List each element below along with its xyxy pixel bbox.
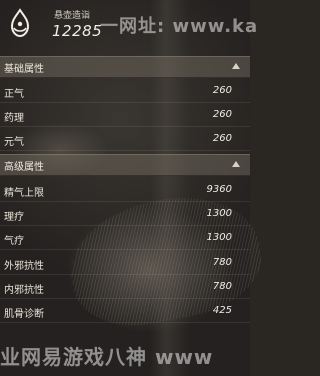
attribute-panel: 悬壶造诣 12285 一网址: www.ka 基础属性 正气 260 药理 26… — [0, 0, 257, 376]
attribute-row: 药理 260 — [0, 104, 250, 127]
skill-title: 悬壶造诣 — [54, 11, 91, 21]
attribute-row: 正气 260 — [0, 80, 250, 103]
attribute-value: 9360 — [206, 184, 232, 195]
attribute-label: 外邪抗性 — [4, 261, 44, 272]
attribute-row: 精气上限 9360 — [0, 179, 250, 202]
collapse-arrow-icon[interactable] — [232, 63, 240, 69]
attribute-value: 1300 — [206, 208, 232, 219]
attribute-label: 内邪抗性 — [4, 285, 44, 296]
attribute-value: 780 — [212, 257, 232, 268]
attribute-row: 理疗 1300 — [0, 203, 250, 226]
section-title: 基础属性 — [4, 64, 44, 75]
attribute-value: 260 — [212, 109, 232, 120]
attribute-value: 260 — [212, 133, 232, 144]
collapse-arrow-icon[interactable] — [232, 161, 240, 167]
attribute-row: 肌骨诊断 425 — [0, 300, 250, 323]
attribute-row: 外邪抗性 780 — [0, 252, 250, 275]
attribute-row: 元气 260 — [0, 128, 250, 151]
attribute-label: 正气 — [4, 89, 24, 100]
attribute-label: 元气 — [4, 137, 24, 148]
attribute-label: 药理 — [4, 113, 24, 124]
attribute-label: 肌骨诊断 — [4, 309, 44, 320]
section-advanced-attributes[interactable]: 高级属性 — [0, 154, 250, 176]
attribute-label: 理疗 — [4, 212, 24, 223]
attribute-value: 260 — [212, 85, 232, 96]
section-basic-attributes[interactable]: 基础属性 — [0, 56, 250, 78]
attribute-row: 内邪抗性 780 — [0, 276, 250, 299]
attribute-row: 气疗 1300 — [0, 227, 250, 250]
attribute-value: 1300 — [206, 232, 232, 243]
panel-header: 悬壶造诣 12285 一网址: www.ka — [0, 0, 257, 52]
skill-score: 12285 — [52, 22, 103, 40]
attribute-label: 气疗 — [4, 236, 24, 247]
attribute-label: 精气上限 — [4, 188, 44, 199]
lotus-drop-icon — [6, 8, 34, 40]
watermark-top: 一网址: www.ka — [100, 16, 259, 37]
watermark-bottom: 业网易游戏八神 www — [0, 345, 214, 369]
section-title: 高级属性 — [4, 162, 44, 173]
attribute-value: 425 — [212, 305, 232, 316]
attribute-value: 780 — [212, 281, 232, 292]
